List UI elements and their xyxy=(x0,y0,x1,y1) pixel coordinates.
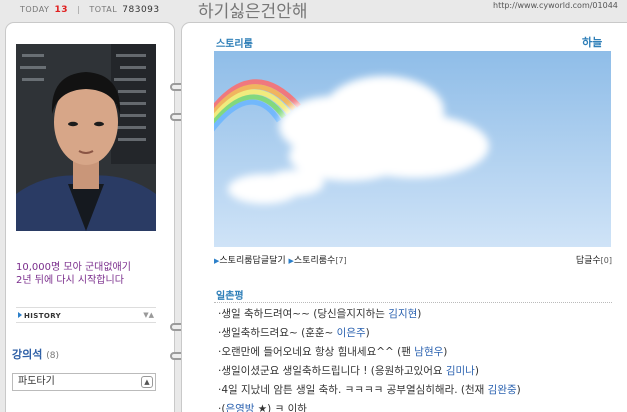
comment-suffix: ) xyxy=(474,365,479,377)
triangle-right-icon xyxy=(18,312,22,318)
intro-line-1: 10,000명 모아 군대없애기 xyxy=(16,262,131,273)
story-comment-link[interactable]: ▶스토리룸답글달기 xyxy=(214,256,289,266)
profile-photo xyxy=(16,44,156,231)
story-room-links: ▶스토리룸답글달기 ▶스토리룸수[7] 답글수[0] xyxy=(214,253,612,266)
comment-suffix: ) xyxy=(417,308,422,320)
comment-text: ·생일 축하드려여~~ (당신을지지하는 xyxy=(218,308,389,320)
story-room-panel: 스토리룸 하늘 ▶스토리룸답글달기 ▶스토리룸수[7] 답글수[0] 일촌평 ·… xyxy=(181,22,627,412)
reply-count-value: [0] xyxy=(600,256,612,265)
comment-text: ·4일 지났네 암튼 생일 축하. ㅋㅋㅋㅋ 공부열심히해라. (천재 xyxy=(218,384,488,396)
list-item: ·오랜만에 들어오네요 항상 힘내세요^^ (팬 남현우) xyxy=(218,343,618,362)
list-item: ·생일축하드려요~ (훈훈~ 이은주) xyxy=(218,324,618,343)
history-toggle[interactable]: HISTORY ▼▲ xyxy=(16,307,156,323)
list-item: ·4일 지났네 암튼 생일 축하. ㅋㅋㅋㅋ 공부열심히해라. (천재 김완중) xyxy=(218,381,618,400)
homepage-url[interactable]: http://www.cyworld.com/01044 xyxy=(493,1,618,10)
comment-text: ·생일축하드려요~ (훈훈~ xyxy=(218,327,337,339)
comment-suffix: ) xyxy=(443,346,448,358)
list-item: ·생일 축하드려여~~ (당신을지지하는 김지현) xyxy=(218,305,618,324)
comment-suffix: ) xyxy=(365,327,370,339)
commenter-name[interactable]: 이은주 xyxy=(337,327,366,339)
commenter-name[interactable]: 김미나 xyxy=(446,365,475,377)
commenter-name[interactable]: 남현우 xyxy=(414,346,443,358)
total-count: 783093 xyxy=(122,5,160,15)
chevron-up-icon[interactable]: ▲ xyxy=(141,376,153,388)
wave-ride-select[interactable]: 파도타기 ▲ xyxy=(12,373,156,391)
comment-text: ·오랜만에 들어오네요 항상 힘내세요^^ (팬 xyxy=(218,346,415,358)
wave-ride-select-value: 파도타기 xyxy=(18,376,55,387)
homepage-title: 하기싫은건안해 xyxy=(198,2,308,22)
owner-badge: (8) xyxy=(46,351,59,361)
commenter-name[interactable]: 은영방 xyxy=(225,403,254,412)
profile-intro: 10,000명 모아 군대없애기 2년 뒤에 다시 시작합니다 xyxy=(16,261,166,287)
expand-arrows-icon[interactable]: ▼▲ xyxy=(143,311,154,319)
story-comment-link-label: 스토리룸답글달기 xyxy=(219,256,286,266)
story-count-label: 스토리룸수 xyxy=(293,256,336,266)
visitor-counter: TODAY 13 | TOTAL 783093 xyxy=(20,5,160,15)
total-label: TOTAL xyxy=(89,5,118,14)
counter-divider: | xyxy=(77,5,81,14)
reply-count-label: 답글수 xyxy=(575,256,601,266)
today-count: 13 xyxy=(54,5,69,15)
story-room-image xyxy=(214,51,611,247)
commenter-name[interactable]: 김완중 xyxy=(488,384,517,396)
reply-count: 답글수[0] xyxy=(576,253,612,266)
divider xyxy=(214,302,612,303)
owner-name[interactable]: 강의석 (8) xyxy=(12,346,59,362)
comment-suffix: ) xyxy=(516,384,521,396)
intro-line-2: 2년 뒤에 다시 시작합니다 xyxy=(16,275,124,286)
today-label: TODAY xyxy=(20,5,50,14)
friend-comments-list: ·생일 축하드려여~~ (당신을지지하는 김지현) ·생일축하드려요~ (훈훈~… xyxy=(218,305,618,412)
story-count-link[interactable]: ▶스토리룸수[7] xyxy=(289,256,347,266)
list-item: ·(은영방 ★) ㅋ 이하 xyxy=(218,400,618,412)
comment-text: ·생일이셨군요 생일축하드립니다 ! (응원하고있어요 xyxy=(218,365,446,377)
story-room-title[interactable]: 스토리룸 xyxy=(216,35,253,50)
top-bar: TODAY 13 | TOTAL 783093 하기싫은건안해 http://w… xyxy=(0,0,627,22)
friend-comments-title: 일촌평 xyxy=(216,291,244,302)
owner-name-text: 강의석 xyxy=(12,348,43,361)
commenter-name[interactable]: 김지현 xyxy=(388,308,417,320)
story-count-value: [7] xyxy=(335,256,347,265)
history-label: HISTORY xyxy=(24,312,62,320)
list-item: ·생일이셨군요 생일축하드립니다 ! (응원하고있어요 김미나) xyxy=(218,362,618,381)
comment-suffix: ★) ㅋ 이하 xyxy=(254,403,307,412)
profile-panel: 10,000명 모아 군대없애기 2년 뒤에 다시 시작합니다 HISTORY … xyxy=(5,22,175,412)
weather-label: 하늘 xyxy=(582,36,603,49)
